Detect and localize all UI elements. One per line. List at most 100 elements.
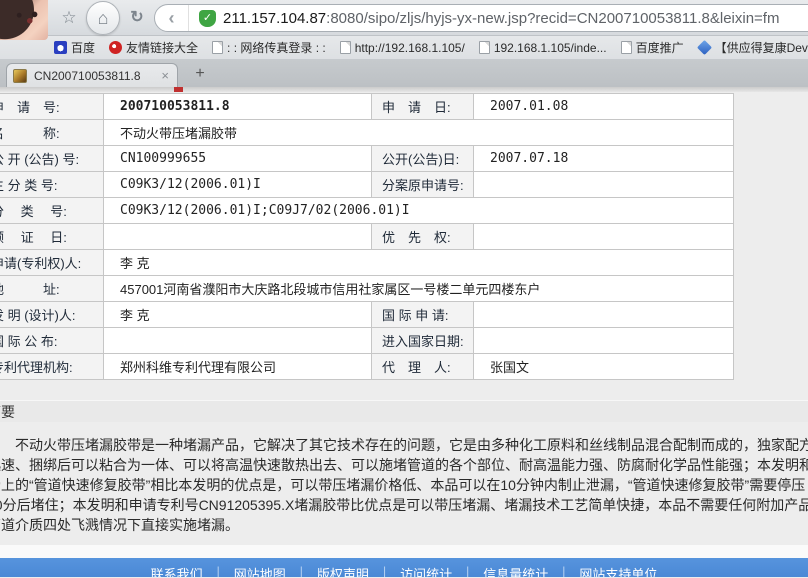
- bookmark-label: 百度推广: [636, 39, 684, 56]
- field-label: 申 请 日:: [372, 94, 474, 120]
- table-row: 名 称: 不动火带压堵漏胶带: [0, 120, 734, 146]
- table-row: 公 开 (公告) 号: CN100999655 公开(公告)日: 2007.07…: [0, 146, 734, 172]
- footer-link-support-unit[interactable]: 网站支持单位: [579, 564, 657, 577]
- table-row: 地 址: 457001河南省濮阳市大庆路北段城市信用社家属区一号楼二单元四楼东户: [0, 276, 734, 302]
- publication-number: CN100999655: [104, 146, 372, 172]
- security-shield-icon[interactable]: [199, 10, 216, 27]
- abstract-line: 不动火带压堵漏胶带是一种堵漏产品，它解决了其它技术存在的问题，它是由多种化工原料…: [0, 435, 808, 455]
- field-label: 颁 证 日:: [0, 224, 104, 250]
- abstract-line: 场上的“管道快速修复胶带”相比本发明的优点是，可以带压堵漏价格低、本品可以在10…: [0, 475, 808, 495]
- field-label: 代 理 人:: [372, 354, 474, 380]
- webcam-photo: [0, 0, 48, 40]
- bookmark-item-devco[interactable]: 【供应得复康Devco...: [698, 39, 808, 56]
- abstract-heading: 摘要: [0, 400, 808, 422]
- url-host: 211.157.104.87: [223, 10, 326, 27]
- applicant-address: 457001河南省濮阳市大庆路北段城市信用社家属区一号楼二单元四楼东户: [104, 276, 734, 302]
- field-label: 国 际 申 请:: [372, 302, 474, 328]
- field-label: 专利代理机构:: [0, 354, 104, 380]
- footer-link-visit-stats[interactable]: 访问统计: [400, 564, 452, 577]
- page-icon: [212, 41, 223, 54]
- field-label: 公开(公告)日:: [372, 146, 474, 172]
- field-label: 地 址:: [0, 276, 104, 302]
- patent-title: 不动火带压堵漏胶带: [104, 120, 734, 146]
- table-row: 发 明 (设计)人: 李 克 国 际 申 请:: [0, 302, 734, 328]
- table-row: 申请(专利权)人: 李 克: [0, 250, 734, 276]
- application-number: 200710053811.8: [104, 94, 372, 120]
- table-row: 国 际 公 布: 进入国家日期:: [0, 328, 734, 354]
- footer-separator: |: [300, 564, 303, 577]
- table-row: 主 分 类 号: C09K3/12(2006.01)I 分案原申请号:: [0, 172, 734, 198]
- table-row: 申 请 号: 200710053811.8 申 请 日: 2007.01.08: [0, 94, 734, 120]
- bookmark-item-ip-105-index[interactable]: 192.168.1.105/inde...: [479, 41, 607, 55]
- bookmark-label: 192.168.1.105/inde...: [494, 41, 607, 55]
- footer-separator: |: [383, 564, 386, 577]
- field-label: 申请(专利权)人:: [0, 250, 104, 276]
- field-label: 分案原申请号:: [372, 172, 474, 198]
- tab-active[interactable]: CN200710053811.8 ×: [6, 63, 178, 87]
- international-application: [474, 302, 734, 328]
- field-label: 公 开 (公告) 号:: [0, 146, 104, 172]
- bookmarks-bar: 百度 友情链接大全 : : 网络传真登录 : : http://192.168.…: [0, 36, 808, 60]
- field-label: 优 先 权:: [372, 224, 474, 250]
- bookmark-item-baidu[interactable]: 百度: [54, 39, 95, 56]
- abstract-text: 不动火带压堵漏胶带是一种堵漏产品，它解决了其它技术存在的问题，它是由多种化工原料…: [0, 435, 808, 535]
- links-icon: [109, 41, 122, 54]
- field-label: 主 分 类 号:: [0, 172, 104, 198]
- url-text: 211.157.104.87:8080/sipo/zljs/hyjs-yx-ne…: [223, 10, 779, 27]
- new-tab-button[interactable]: +: [188, 64, 212, 84]
- field-label: 发 明 (设计)人:: [0, 302, 104, 328]
- table-row: 专利代理机构: 郑州科维专利代理有限公司 代 理 人: 张国文: [0, 354, 734, 380]
- tab-close-icon[interactable]: ×: [159, 69, 171, 82]
- footer-link-contact[interactable]: 联系我们: [151, 564, 203, 577]
- home-button[interactable]: ⌂: [86, 1, 120, 35]
- certificate-date: [104, 224, 372, 250]
- priority: [474, 224, 734, 250]
- bookmark-label: 百度: [71, 39, 95, 56]
- international-publication: [104, 328, 372, 354]
- bookmark-label: 【供应得复康Devco...: [715, 39, 808, 56]
- browser-toolbar: ☆ ⌂ ↻ ‹ 211.157.104.87:8080/sipo/zljs/hy…: [0, 0, 808, 36]
- field-label: 分 类 号:: [0, 198, 104, 224]
- patent-detail-table: 申 请 号: 200710053811.8 申 请 日: 2007.01.08 …: [0, 93, 734, 380]
- page-icon: [479, 41, 490, 54]
- publication-date: 2007.07.18: [474, 146, 734, 172]
- class-codes: C09K3/12(2006.01)I;C09J7/02(2006.01)I: [104, 198, 734, 224]
- bookmark-star-icon[interactable]: ☆: [56, 6, 82, 30]
- footer-separator: |: [562, 564, 565, 577]
- applicant-name: 李 克: [104, 250, 734, 276]
- main-class-code: C09K3/12(2006.01)I: [104, 172, 372, 198]
- field-label: 申 请 号:: [0, 94, 104, 120]
- site-footer: 联系我们 | 网站地图 | 版权声明 | 访问统计 | 信息量统计 | 网站支持…: [0, 558, 808, 577]
- abstract-line: 50分后堵住；本发明和申请专利号CN91205395.X堵漏胶带比优点是可以带压…: [0, 495, 808, 515]
- abstract-line: 迅速、捆绑后可以粘合为一体、可以将高温快速散热出去、可以施堵管道的各个部位、耐高…: [0, 455, 808, 475]
- url-bar[interactable]: ‹ 211.157.104.87:8080/sipo/zljs/hyjs-yx-…: [154, 4, 808, 32]
- url-path: :8080/sipo/zljs/hyjs-yx-new.jsp?recid=CN…: [326, 10, 779, 27]
- footer-gap-strip: [0, 545, 808, 558]
- bookmark-item-ip-105[interactable]: http://192.168.1.105/: [340, 41, 465, 55]
- red-marker: [174, 87, 183, 92]
- field-label: 国 际 公 布:: [0, 328, 104, 354]
- field-label: 名 称:: [0, 120, 104, 146]
- tab-favicon: [13, 69, 27, 83]
- page-top-strip: [0, 87, 808, 92]
- footer-link-sitemap[interactable]: 网站地图: [234, 564, 286, 577]
- bookmark-item-fax-login[interactable]: : : 网络传真登录 : :: [212, 39, 326, 56]
- refresh-button[interactable]: ↻: [124, 6, 150, 30]
- bookmark-label: : : 网络传真登录 : :: [227, 39, 326, 56]
- bookmark-label: http://192.168.1.105/: [355, 41, 465, 55]
- browser-window: ☆ ⌂ ↻ ‹ 211.157.104.87:8080/sipo/zljs/hy…: [0, 0, 808, 578]
- back-button[interactable]: ‹: [155, 5, 189, 31]
- table-row: 颁 证 日: 优 先 权:: [0, 224, 734, 250]
- devco-icon: [697, 40, 712, 55]
- footer-link-info-stats[interactable]: 信息量统计: [483, 564, 548, 577]
- page-icon: [621, 41, 632, 54]
- bookmark-item-baidu-promo[interactable]: 百度推广: [621, 39, 684, 56]
- abstract-line: 管道介质四处飞溅情况下直接实施堵漏。: [0, 515, 808, 535]
- agent-name: 张国文: [474, 354, 734, 380]
- bookmark-item-links[interactable]: 友情链接大全: [109, 39, 198, 56]
- inventor-name: 李 克: [104, 302, 372, 328]
- page-icon: [340, 41, 351, 54]
- footer-link-copyright[interactable]: 版权声明: [317, 564, 369, 577]
- tab-title: CN200710053811.8: [34, 69, 159, 83]
- footer-separator: |: [217, 564, 220, 577]
